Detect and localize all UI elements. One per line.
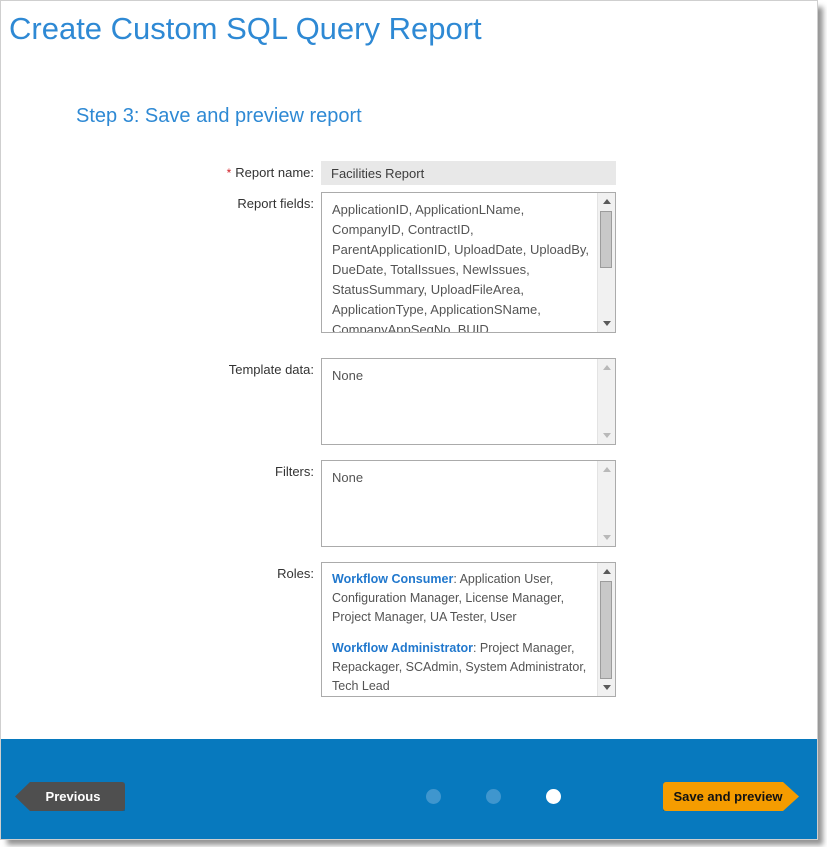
filters-scrollbar[interactable]	[597, 461, 615, 546]
roles-text: Workflow Consumer: Application User, Con…	[322, 563, 598, 696]
report-name-row: *Report name:	[1, 161, 819, 185]
role-entry: Workflow Consumer: Application User, Con…	[332, 570, 594, 627]
scroll-down-icon[interactable]	[598, 315, 615, 332]
scroll-down-icon[interactable]	[598, 427, 615, 444]
previous-button[interactable]: Previous	[15, 782, 125, 811]
role-entry: Workflow Administrator: Project Manager,…	[332, 639, 594, 696]
wizard-step-dots	[426, 789, 606, 804]
scroll-up-icon[interactable]	[598, 359, 615, 376]
report-fields-box[interactable]: ApplicationID, ApplicationLName, Company…	[321, 192, 616, 333]
report-fields-label: Report fields:	[1, 192, 314, 211]
step-dot-1	[426, 789, 441, 804]
report-fields-row: Report fields: ApplicationID, Applicatio…	[1, 192, 819, 333]
filters-text: None	[322, 461, 598, 546]
step-heading: Step 3: Save and preview report	[76, 105, 362, 128]
report-fields-scrollbar[interactable]	[597, 193, 615, 332]
scroll-up-icon[interactable]	[598, 193, 615, 210]
page-title: Create Custom SQL Query Report	[9, 11, 482, 47]
scroll-up-icon[interactable]	[598, 461, 615, 478]
filters-label: Filters:	[1, 460, 314, 479]
scrollbar-thumb[interactable]	[600, 211, 612, 268]
scrollbar-thumb[interactable]	[600, 581, 612, 679]
required-asterisk: *	[227, 166, 232, 180]
roles-label: Roles:	[1, 562, 314, 581]
filters-box[interactable]: None	[321, 460, 616, 547]
scroll-down-icon[interactable]	[598, 679, 615, 696]
template-data-scrollbar[interactable]	[597, 359, 615, 444]
wizard-card: Create Custom SQL Query Report Step 3: S…	[0, 0, 818, 840]
report-form: *Report name: Report fields: Application…	[1, 161, 819, 697]
report-name-input[interactable]	[321, 161, 616, 185]
roles-box[interactable]: Workflow Consumer: Application User, Con…	[321, 562, 616, 697]
step-dot-2	[486, 789, 501, 804]
template-data-row: Template data: None	[1, 358, 819, 445]
report-name-label: *Report name:	[1, 161, 314, 180]
template-data-box[interactable]: None	[321, 358, 616, 445]
role-name: Workflow Consumer	[332, 572, 453, 586]
step-dot-3	[546, 789, 561, 804]
screen: Create Custom SQL Query Report Step 3: S…	[0, 0, 827, 847]
save-and-preview-button[interactable]: Save and preview	[663, 782, 799, 811]
report-fields-text: ApplicationID, ApplicationLName, Company…	[322, 193, 598, 332]
scroll-up-icon[interactable]	[598, 563, 615, 580]
scroll-down-icon[interactable]	[598, 529, 615, 546]
template-data-label: Template data:	[1, 358, 314, 377]
template-data-text: None	[322, 359, 598, 444]
filters-row: Filters: None	[1, 460, 819, 547]
wizard-footer: Previous Save and preview	[1, 739, 817, 839]
roles-row: Roles: Workflow Consumer: Application Us…	[1, 562, 819, 697]
role-name: Workflow Administrator	[332, 641, 473, 655]
roles-scrollbar[interactable]	[597, 563, 615, 696]
